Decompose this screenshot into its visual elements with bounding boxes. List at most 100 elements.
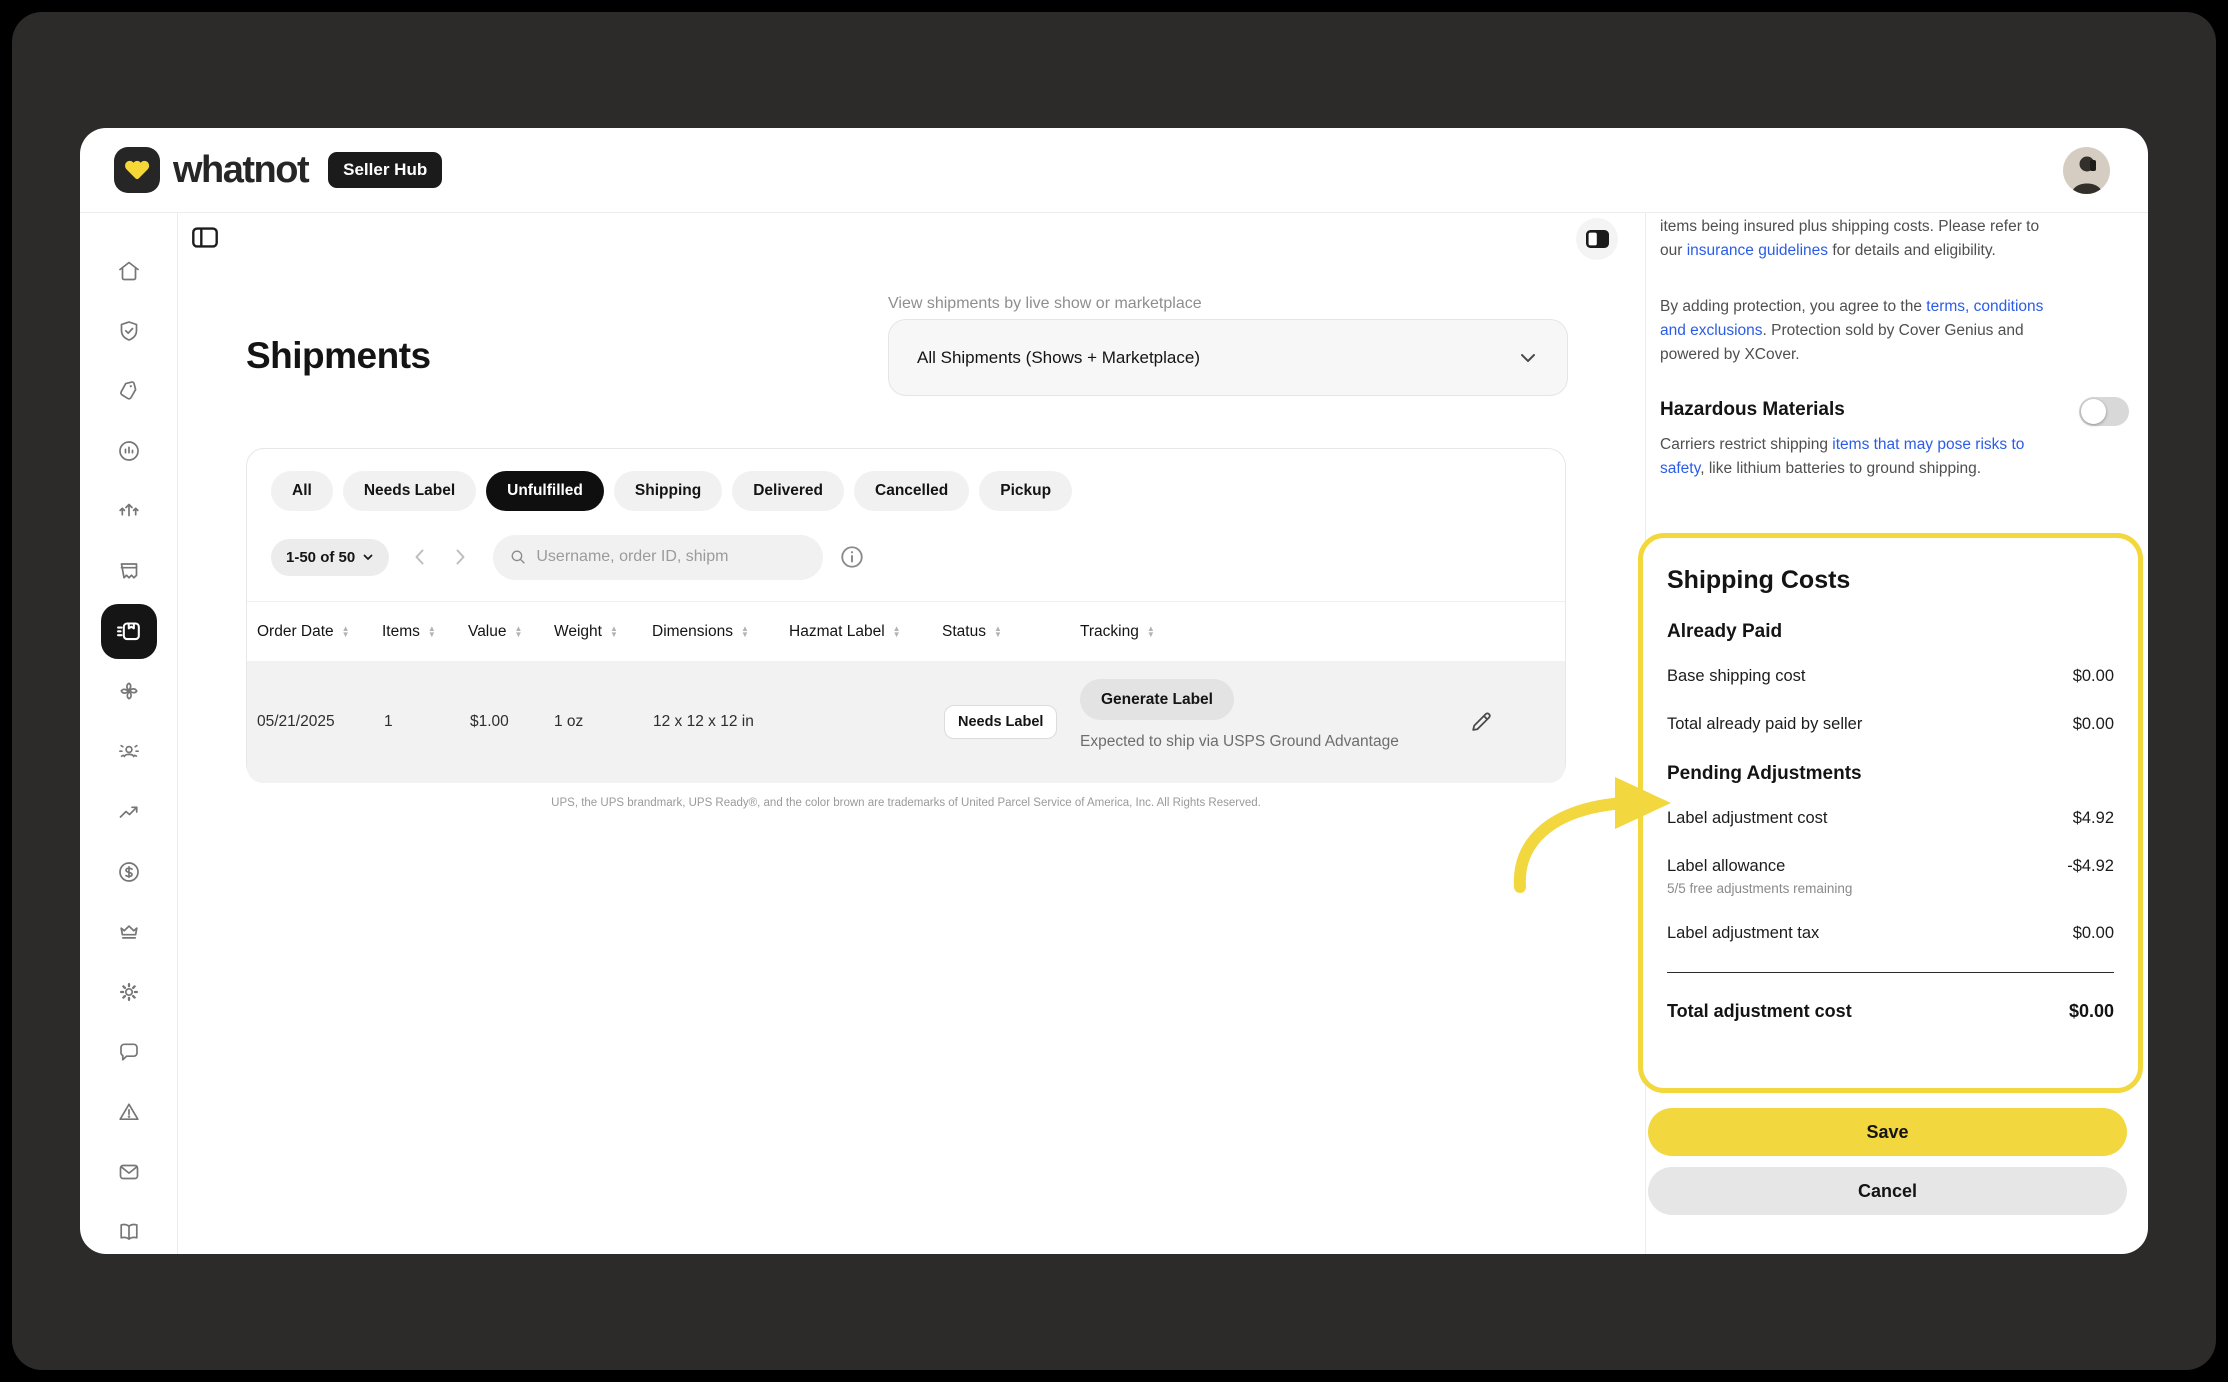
whatnot-logo-icon[interactable] (114, 147, 160, 193)
tab-needs-label[interactable]: Needs Label (343, 471, 476, 511)
sort-icon: ▲▼ (1147, 626, 1155, 639)
sidebar-item-guide[interactable] (107, 1211, 151, 1254)
top-header: whatnot Seller Hub (80, 128, 2148, 213)
total-adjustment-row: Total adjustment cost$0.00 (1667, 1001, 2114, 1022)
ups-disclaimer: UPS, the UPS brandmark, UPS Ready®, and … (246, 797, 1566, 809)
sidebar-collapse-icon[interactable] (192, 227, 222, 253)
search-icon (509, 547, 527, 567)
col-dimensions[interactable]: Dimensions▲▼ (652, 602, 749, 662)
hazmat-note: Carriers restrict shipping items that ma… (1660, 433, 2044, 481)
col-weight[interactable]: Weight▲▼ (554, 602, 618, 662)
cell-order-date: 05/21/2025 (257, 661, 335, 783)
toggle-knob (2081, 399, 2106, 424)
sidebar-item-labels[interactable] (107, 670, 151, 713)
cell-items: 1 (384, 661, 393, 783)
boost-arrows-icon (116, 498, 142, 524)
sidebar-item-shipments[interactable] (101, 604, 157, 659)
sidebar-item-rewards[interactable] (107, 910, 151, 953)
col-items[interactable]: Items▲▼ (382, 602, 436, 662)
col-hazmat-label[interactable]: Hazmat Label▲▼ (789, 602, 901, 662)
sort-icon: ▲▼ (994, 626, 1002, 639)
panel-collapse-icon[interactable] (1576, 218, 1618, 260)
sidebar-item-listings[interactable] (107, 369, 151, 412)
sidebar-item-home[interactable] (107, 249, 151, 292)
sort-icon: ▲▼ (515, 626, 523, 639)
protection-note: By adding protection, you agree to the t… (1660, 295, 2044, 367)
cell-dimensions: 12 x 12 x 12 in (653, 661, 754, 783)
app-card: whatnot Seller Hub (80, 128, 2148, 1254)
view-shipments-label: View shipments by live show or marketpla… (888, 295, 1202, 313)
sidebar-item-sales[interactable] (107, 429, 151, 472)
cell-status: Needs Label (944, 661, 1057, 783)
sidebar-item-alerts[interactable] (107, 1091, 151, 1134)
home-icon (116, 258, 142, 284)
avatar[interactable] (2063, 147, 2110, 194)
col-status[interactable]: Status▲▼ (942, 602, 1002, 662)
hazardous-materials-toggle[interactable] (2079, 397, 2129, 426)
info-icon[interactable] (839, 544, 865, 570)
insurance-guidelines-link[interactable]: insurance guidelines (1687, 242, 1828, 259)
cost-row-label-allowance: Label allowance-$4.92 (1667, 857, 2114, 876)
trending-up-icon (116, 798, 142, 824)
sidebar-item-protection[interactable] (107, 309, 151, 352)
pencil-icon (1469, 709, 1494, 734)
shipping-costs-title: Shipping Costs (1667, 566, 2114, 595)
sort-icon: ▲▼ (741, 626, 749, 639)
table-header: Order Date▲▼ Items▲▼ Value▲▼ Weight▲▼ Di… (247, 601, 1565, 661)
shipments-scope-dropdown[interactable]: All Shipments (Shows + Marketplace) (888, 319, 1568, 396)
shield-check-icon (116, 318, 142, 344)
receipt-icon (116, 558, 142, 584)
sidebar-item-payments[interactable] (107, 850, 151, 893)
sales-chart-icon (116, 438, 142, 464)
hazardous-materials-title: Hazardous Materials (1660, 399, 1845, 421)
tab-shipping[interactable]: Shipping (614, 471, 722, 511)
cost-row-total-paid: Total already paid by seller$0.00 (1667, 715, 2114, 734)
crown-icon (116, 919, 142, 945)
cancel-button[interactable]: Cancel (1648, 1167, 2127, 1215)
generate-label-button[interactable]: Generate Label (1080, 679, 1234, 720)
gear-icon (116, 979, 142, 1005)
sidebar-item-chat[interactable] (107, 1030, 151, 1073)
sidebar-item-mail[interactable] (107, 1151, 151, 1194)
search-field[interactable] (493, 535, 823, 580)
shipments-icon (114, 616, 144, 646)
prev-page-button[interactable] (403, 540, 437, 574)
cell-value: $1.00 (470, 661, 509, 783)
col-tracking[interactable]: Tracking▲▼ (1080, 602, 1155, 662)
status-badge: Needs Label (944, 705, 1057, 739)
save-button[interactable]: Save (1648, 1108, 2127, 1156)
status-tabs: All Needs Label Unfulfilled Shipping Del… (271, 471, 1072, 511)
dollar-circle-icon (116, 859, 142, 885)
sidebar-item-settings[interactable] (107, 970, 151, 1013)
pagination-range-dropdown[interactable]: 1-50 of 50 (271, 539, 389, 576)
brand-wordmark: whatnot (173, 149, 308, 192)
sidebar-item-orders[interactable] (107, 550, 151, 593)
cell-weight: 1 oz (554, 661, 583, 783)
tab-delivered[interactable]: Delivered (732, 471, 844, 511)
next-page-button[interactable] (443, 540, 477, 574)
book-icon (116, 1219, 142, 1245)
expected-ship-note: Expected to ship via USPS Ground Advanta… (1080, 733, 1399, 751)
sidebar-nav (80, 213, 178, 1254)
col-order-date[interactable]: Order Date▲▼ (257, 602, 350, 662)
already-paid-heading: Already Paid (1667, 621, 2114, 643)
warning-triangle-icon (116, 1099, 142, 1125)
sidebar-item-trends[interactable] (107, 790, 151, 833)
table-row[interactable]: 05/21/2025 1 $1.00 1 oz 12 x 12 x 12 in … (247, 661, 1565, 783)
main-content: View shipments by live show or marketpla… (178, 213, 1645, 1254)
sidebar-item-boost[interactable] (107, 490, 151, 533)
tab-unfulfilled[interactable]: Unfulfilled (486, 471, 604, 511)
shipment-details-panel: items being insured plus shipping costs.… (1645, 213, 2148, 1254)
sidebar-item-community[interactable] (107, 730, 151, 773)
search-input[interactable] (536, 548, 807, 566)
cost-row-base-shipping: Base shipping cost$0.00 (1667, 667, 2114, 686)
col-value[interactable]: Value▲▼ (468, 602, 522, 662)
tab-all[interactable]: All (271, 471, 333, 511)
sort-icon: ▲▼ (610, 626, 618, 639)
tab-pickup[interactable]: Pickup (979, 471, 1072, 511)
tag-icon (116, 378, 142, 404)
pinwheel-icon (116, 678, 142, 704)
edit-shipment-button[interactable] (1469, 709, 1494, 739)
tab-cancelled[interactable]: Cancelled (854, 471, 969, 511)
chevron-right-icon (450, 547, 470, 567)
